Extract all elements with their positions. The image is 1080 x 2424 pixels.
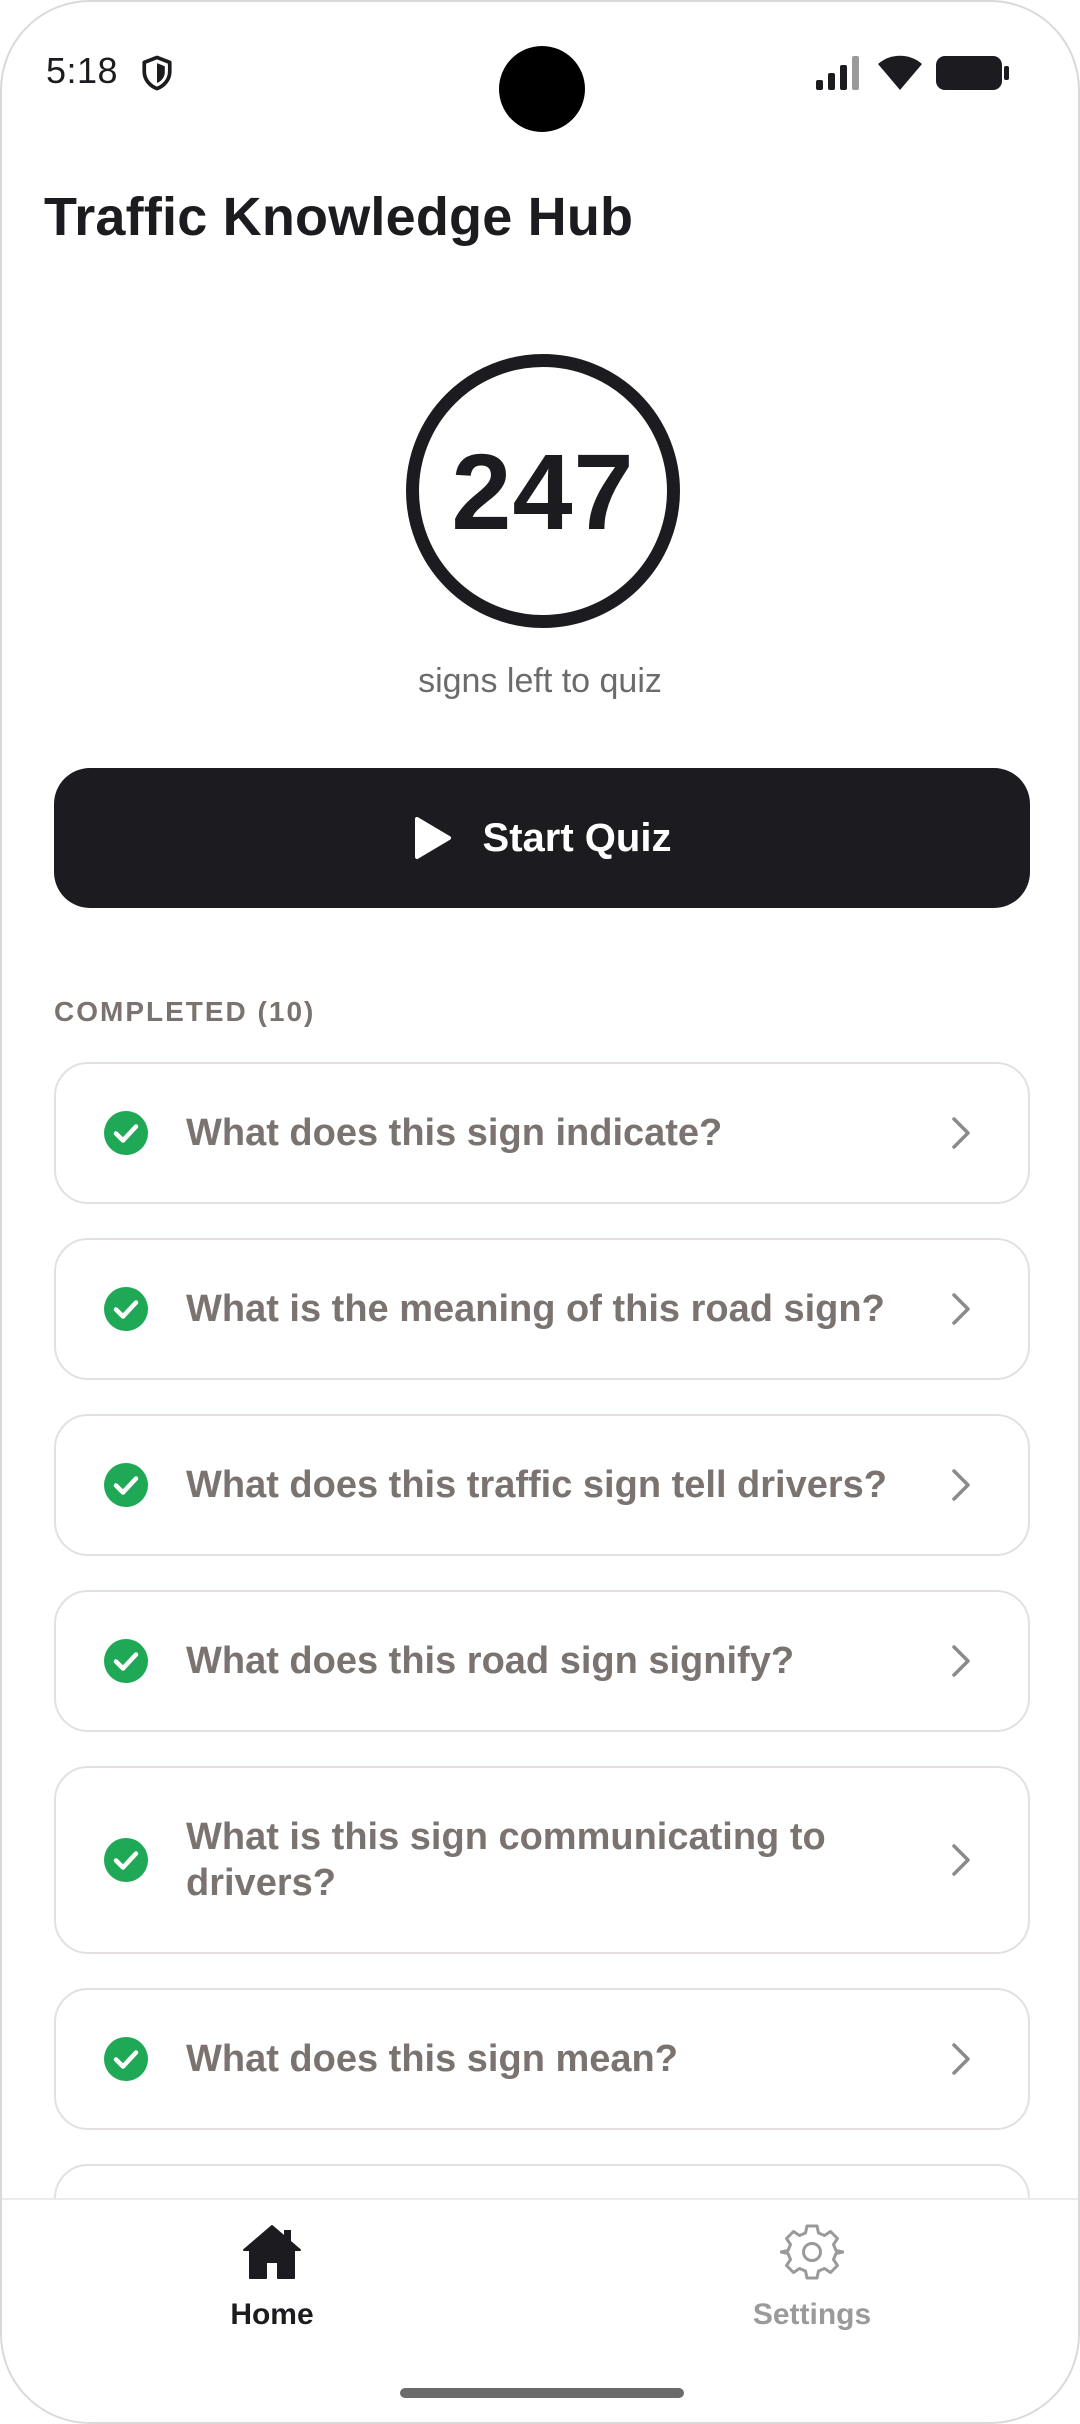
chevron-right-icon [952,1117,970,1149]
check-circle-icon [104,1463,148,1507]
check-circle-icon [104,2037,148,2081]
chevron-right-icon [952,2043,970,2075]
check-circle-icon [104,1287,148,1331]
question-text: What does this traffic sign tell drivers… [186,1464,888,1506]
shield-icon [142,55,172,91]
signs-remaining-ring: 247 [406,354,680,628]
chevron-right-icon [952,1645,970,1677]
camera-cutout [499,46,585,132]
check-circle-icon [104,1838,148,1882]
home-indicator[interactable] [400,2388,684,2398]
app-screen: 5:18 Traffic Knowledge Hub 247 signs lef… [0,0,1080,2424]
chevron-right-icon [952,1293,970,1325]
check-circle-icon [104,1639,148,1683]
gear-icon [780,2224,844,2280]
wifi-icon [878,55,922,90]
play-icon [414,817,451,859]
list-item[interactable]: What is the meaning of this road sign? [54,1238,1030,1380]
page-title: Traffic Knowledge Hub [44,187,634,247]
chevron-right-icon [952,1469,970,1501]
list-item[interactable]: What does this traffic sign tell drivers… [54,1414,1030,1556]
start-quiz-button[interactable]: Start Quiz [54,768,1030,908]
list-item[interactable]: What does this sign indicate? [54,1062,1030,1204]
question-text: What does this road sign signify? [186,1640,795,1682]
home-icon [243,2225,301,2279]
signs-remaining-count: 247 [451,430,635,552]
completed-section-header: COMPLETED (10) [54,996,316,1027]
signal-icon [816,56,859,90]
nav-home[interactable]: Home [162,2220,382,2332]
list-item[interactable]: What does this sign mean? [54,1988,1030,2130]
battery-icon [936,56,1009,90]
nav-home-label: Home [230,2298,314,2331]
chevron-right-icon [952,1844,970,1876]
nav-settings-label: Settings [752,2298,872,2331]
question-text: What does this sign indicate? [186,1112,723,1154]
status-bar: 5:18 [2,2,1078,142]
list-item[interactable]: What does this road sign signify? [54,1590,1030,1732]
status-time: 5:18 [46,50,119,91]
list-item[interactable]: What is this sign communicating to drive… [54,1766,1030,1954]
question-text: What is this sign communicating to drive… [186,1816,826,1904]
question-text: What does this sign mean? [186,2038,678,2080]
question-text: What is the meaning of this road sign? [186,1288,885,1330]
check-circle-icon [104,1111,148,1155]
nav-settings[interactable]: Settings [702,2220,922,2332]
start-quiz-label: Start Quiz [482,815,672,860]
signs-remaining-caption: signs left to quiz [418,662,662,700]
